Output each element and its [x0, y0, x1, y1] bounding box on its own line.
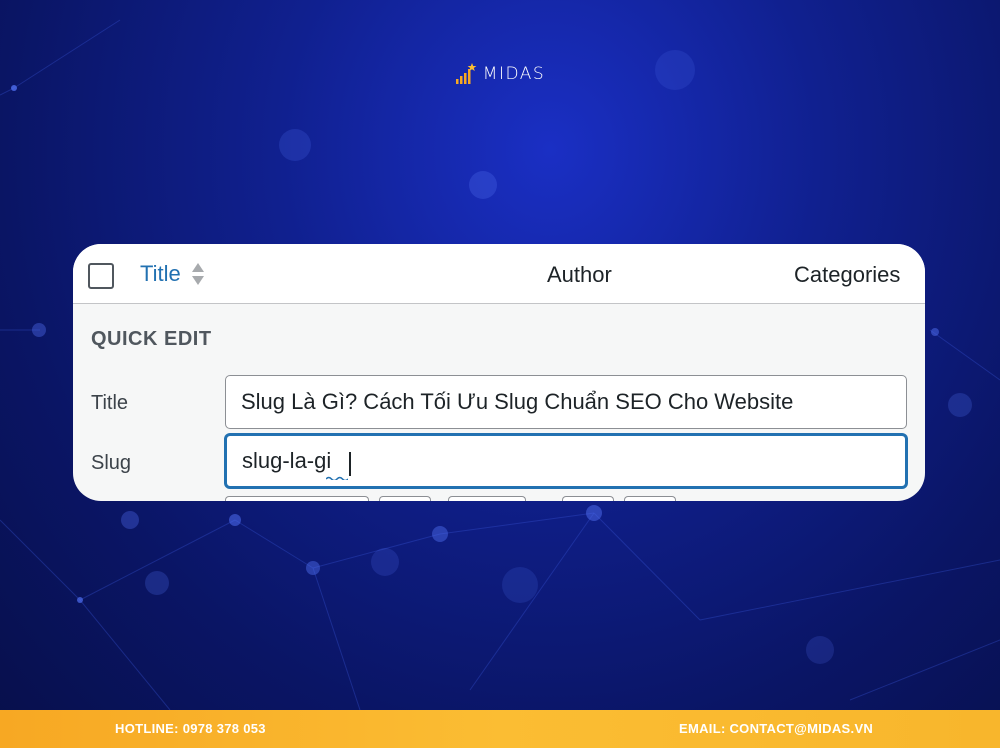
brand-name: MIDAS [482, 64, 546, 84]
brand-logo: MIDAS [0, 62, 1000, 86]
title-column-label[interactable]: Title [140, 261, 181, 287]
email-text: EMAIL: CONTACT@MIDAS.VN [679, 721, 874, 736]
select-all-checkbox[interactable] [88, 263, 114, 289]
date-year-input[interactable] [448, 496, 526, 501]
midas-logo-icon [455, 63, 477, 84]
quick-edit-card: Title Author Categories QUICK EDIT Title… [73, 244, 925, 501]
post-list-header: Title Author Categories [73, 244, 925, 304]
date-day-input[interactable] [379, 496, 431, 501]
spellcheck-underline [326, 476, 348, 480]
title-input[interactable] [225, 375, 907, 429]
contact-footer: HOTLINE: 0978 378 053 EMAIL: CONTACT@MID… [0, 710, 1000, 748]
author-column-header: Author [547, 262, 612, 287]
categories-column-header: Categories [794, 262, 901, 287]
title-field-label: Title [91, 392, 129, 414]
title-column-header[interactable]: Title [140, 261, 205, 287]
date-month-select[interactable] [225, 496, 369, 501]
quick-edit-heading: QUICK EDIT [91, 328, 212, 350]
time-hour-input[interactable] [562, 496, 614, 501]
hotline-text: HOTLINE: 0978 378 053 [115, 721, 266, 736]
text-cursor [349, 452, 351, 476]
sort-arrows-icon[interactable] [191, 261, 205, 287]
slug-field-label: Slug [91, 452, 132, 474]
time-minute-input[interactable] [624, 496, 676, 501]
